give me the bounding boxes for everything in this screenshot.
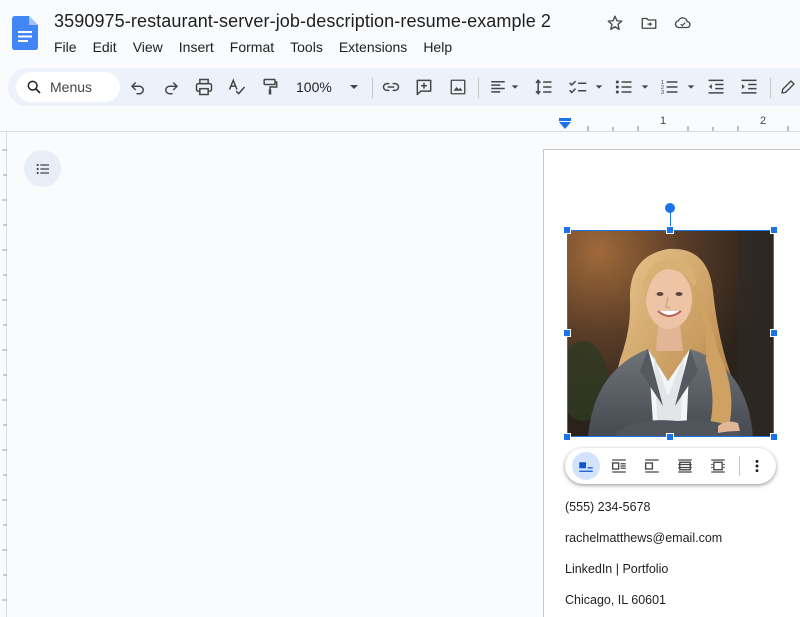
wrap-text-button[interactable]	[605, 452, 633, 480]
break-text-icon	[644, 459, 659, 473]
menu-format[interactable]: Format	[222, 37, 282, 57]
toolbar: Menus 100% 1 2 3	[8, 68, 800, 106]
horizontal-ruler[interactable]: 1 2	[543, 112, 800, 132]
wrap-text-icon	[611, 459, 626, 473]
toolbar-divider	[372, 78, 373, 98]
rotation-handle[interactable]	[665, 203, 675, 213]
header: 3590975-restaurant-server-job-descriptio…	[0, 0, 800, 64]
inline-with-text-button[interactable]	[572, 452, 600, 480]
vertical-ruler[interactable]	[0, 132, 7, 617]
search-menus-label: Menus	[50, 79, 93, 95]
bulleted-list-icon[interactable]	[612, 75, 636, 99]
increase-indent-icon[interactable]	[737, 75, 761, 99]
resize-handle-left[interactable]	[563, 329, 571, 337]
resize-handle-top-left[interactable]	[563, 226, 571, 234]
editing-mode-pencil-icon[interactable]	[776, 75, 800, 99]
outline-list-icon	[36, 163, 49, 174]
break-text-button[interactable]	[638, 452, 666, 480]
spellcheck-icon[interactable]	[225, 75, 249, 99]
contact-links[interactable]: LinkedIn | Portfolio	[565, 562, 668, 576]
align-left-icon[interactable]	[486, 75, 510, 99]
star-icon[interactable]	[604, 12, 626, 34]
menu-extensions[interactable]: Extensions	[331, 37, 415, 57]
numbered-list-icon[interactable]: 123	[658, 75, 682, 99]
menu-edit[interactable]: Edit	[85, 37, 125, 57]
indent-marker-icon[interactable]	[558, 118, 572, 130]
profile-photo[interactable]	[567, 230, 774, 437]
line-spacing-icon[interactable]	[532, 75, 556, 99]
undo-icon[interactable]	[126, 75, 150, 99]
align-dropdown-icon[interactable]	[508, 75, 522, 99]
document-outline-button[interactable]	[24, 150, 61, 187]
cloud-status-icon[interactable]	[672, 12, 694, 34]
toolbar-divider	[770, 78, 771, 98]
bulleted-list-dropdown-icon[interactable]	[638, 75, 652, 99]
resize-handle-top[interactable]	[666, 226, 674, 234]
zoom-select[interactable]: 100%	[296, 79, 332, 95]
in-front-of-text-icon	[711, 459, 725, 473]
redo-icon[interactable]	[159, 75, 183, 99]
behind-text-icon	[678, 459, 692, 473]
document-title[interactable]: 3590975-restaurant-server-job-descriptio…	[54, 11, 551, 32]
search-icon	[27, 80, 41, 94]
ruler-number: 2	[760, 115, 767, 127]
in-front-of-text-button[interactable]	[704, 452, 732, 480]
numbered-list-dropdown-icon[interactable]	[684, 75, 698, 99]
toolbar-divider	[478, 78, 479, 98]
inline-wrap-icon	[579, 462, 593, 472]
menu-insert[interactable]: Insert	[171, 37, 222, 57]
ruler-border	[0, 131, 800, 132]
more-options-button[interactable]	[743, 452, 771, 480]
menu-view[interactable]: View	[125, 37, 171, 57]
print-icon[interactable]	[192, 75, 216, 99]
contact-location[interactable]: Chicago, IL 60601	[565, 593, 666, 607]
menu-bar: File Edit View Insert Format Tools Exten…	[46, 37, 460, 57]
search-menus[interactable]: Menus	[16, 72, 120, 102]
resize-handle-bottom[interactable]	[666, 433, 674, 441]
contact-email[interactable]: rachelmatthews@email.com	[565, 531, 722, 545]
add-comment-icon[interactable]	[412, 75, 436, 99]
checklist-dropdown-icon[interactable]	[592, 75, 606, 99]
insert-image-icon[interactable]	[446, 75, 470, 99]
menu-file[interactable]: File	[46, 37, 85, 57]
menu-tools[interactable]: Tools	[282, 37, 331, 57]
image-wrap-toolbar	[565, 448, 776, 484]
contact-phone[interactable]: (555) 234-5678	[565, 500, 650, 514]
more-vert-icon	[755, 459, 759, 473]
link-icon[interactable]	[379, 75, 403, 99]
resize-handle-right[interactable]	[770, 329, 778, 337]
menu-help[interactable]: Help	[415, 37, 460, 57]
zoom-dropdown-icon[interactable]	[342, 75, 366, 99]
ruler-number: 1	[660, 115, 667, 127]
checklist-icon[interactable]	[566, 75, 590, 99]
resize-handle-bottom-left[interactable]	[563, 433, 571, 441]
decrease-indent-icon[interactable]	[704, 75, 728, 99]
resize-handle-top-right[interactable]	[770, 226, 778, 234]
google-docs-icon[interactable]	[12, 16, 38, 50]
resize-handle-bottom-right[interactable]	[770, 433, 778, 441]
behind-text-button[interactable]	[671, 452, 699, 480]
paint-format-icon[interactable]	[258, 75, 282, 99]
wrap-toolbar-divider	[739, 456, 740, 476]
move-to-folder-icon[interactable]	[638, 12, 660, 34]
svg-text:3: 3	[661, 90, 664, 96]
